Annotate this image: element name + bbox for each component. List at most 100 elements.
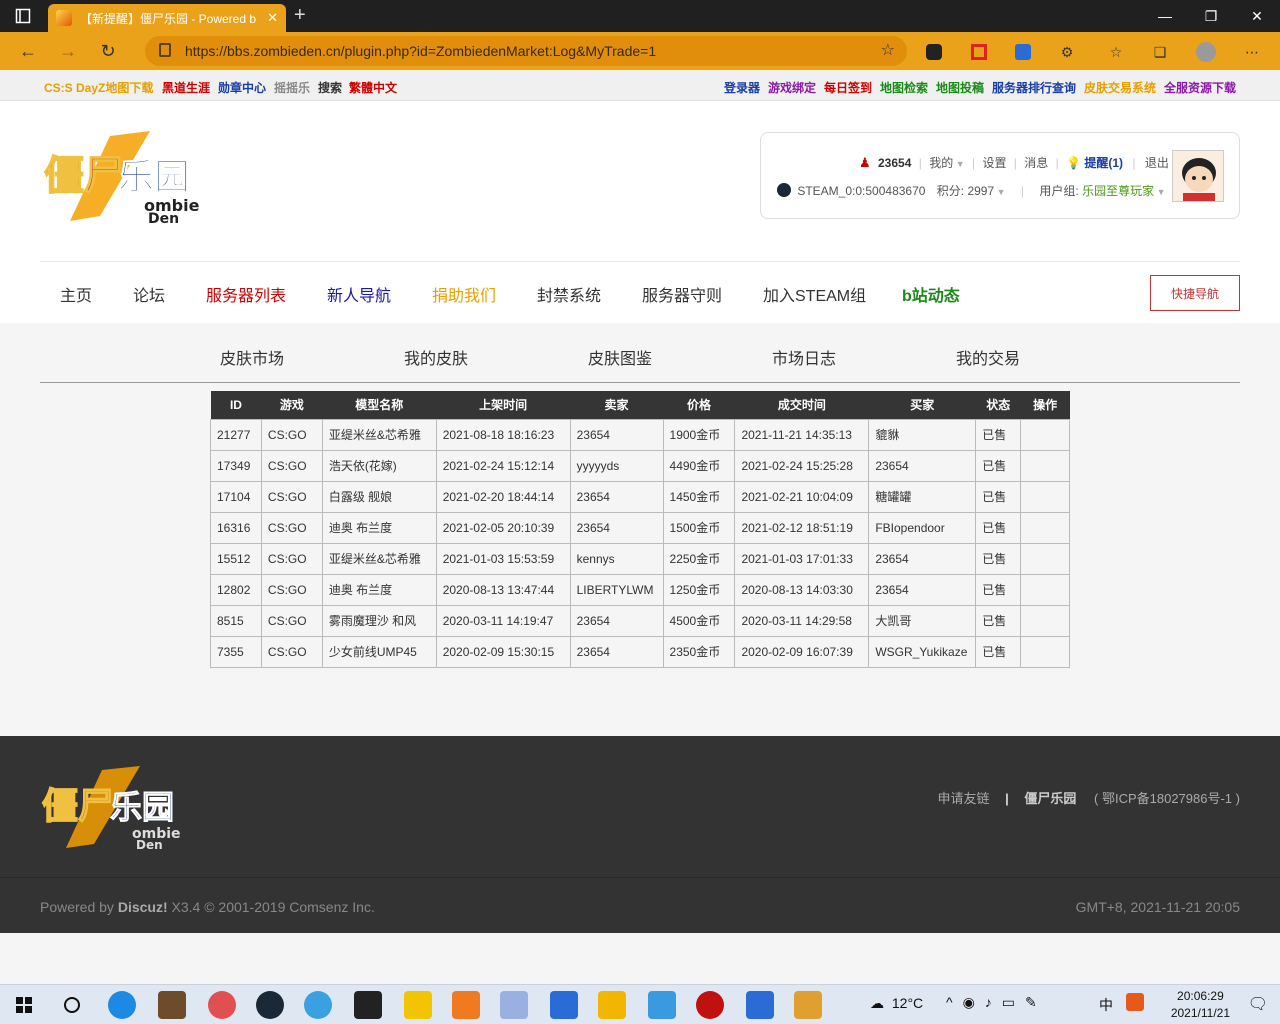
nav-ban-system[interactable]: 封禁系统 [537, 282, 601, 306]
notification-icon[interactable]: 🗨 [1248, 994, 1268, 1014]
anime-app-icon[interactable] [500, 991, 528, 1019]
extension-icon[interactable] [922, 40, 946, 64]
nav-newbie-guide[interactable]: 新人导航 [327, 282, 391, 306]
nav-home[interactable]: 主页 [60, 282, 92, 306]
system-tray[interactable]: ^◉♪▭✎ [946, 994, 1047, 1011]
favorites-icon[interactable]: ☆ [1104, 40, 1128, 64]
toplink-right-7[interactable]: 全服资源下载 [1164, 79, 1236, 96]
nav-donate[interactable]: 捐助我们 [432, 282, 496, 306]
icp-link[interactable]: ( 鄂ICP备18027986号-1 ) [1094, 791, 1240, 806]
weather-widget[interactable]: ☁ 12°C [870, 995, 923, 1012]
store-icon[interactable] [354, 991, 382, 1019]
points[interactable]: 积分: 2997 [937, 184, 994, 198]
table-cell[interactable] [1020, 418, 1070, 451]
subnav-my-trades[interactable]: 我的交易 [956, 345, 1020, 369]
puzzle-extension-icon[interactable]: ⚙ [1055, 40, 1079, 64]
toplink-left-1[interactable]: 黑道生涯 [162, 79, 210, 96]
subnav-market-log[interactable]: 市场日志 [772, 345, 836, 369]
address-bar[interactable]: https://bbs.zombieden.cn/plugin.php?id=Z… [145, 36, 907, 66]
messages-link[interactable]: 消息 [1024, 156, 1048, 170]
app-icon[interactable] [208, 991, 236, 1019]
quick-nav-button[interactable]: 快捷导航 [1150, 275, 1240, 311]
volume-icon[interactable]: ♪ [985, 994, 1002, 1010]
my-menu[interactable]: 我的 [929, 156, 953, 170]
minimize-icon[interactable]: — [1142, 0, 1188, 32]
toplink-left-2[interactable]: 勋章中心 [218, 79, 266, 96]
site-logo[interactable]: 僵尸 乐园 ombie Den [40, 131, 205, 226]
avatar[interactable] [1172, 150, 1224, 202]
table-cell[interactable] [1020, 542, 1070, 575]
toplink-left-5[interactable]: 繁體中文 [349, 79, 397, 96]
close-tab-icon[interactable]: ✕ [267, 10, 278, 26]
window-app-icon[interactable] [550, 991, 578, 1019]
collections-icon[interactable]: ❏ [1148, 40, 1172, 64]
site-name-link[interactable]: 僵尸乐园 [1024, 791, 1076, 806]
pen-icon[interactable]: ✎ [1025, 994, 1047, 1010]
toplink-right-2[interactable]: 每日签到 [824, 79, 872, 96]
table-cell[interactable] [1020, 480, 1070, 513]
app-icon[interactable] [452, 991, 480, 1019]
steam-icon[interactable] [256, 991, 284, 1019]
toplink-right-1[interactable]: 游戏绑定 [768, 79, 816, 96]
profile-icon[interactable] [1194, 40, 1218, 64]
subnav-skin-market[interactable]: 皮肤市场 [220, 345, 284, 369]
ime-indicator[interactable]: 中 [1099, 995, 1113, 1015]
footer-logo[interactable]: 僵尸 乐园 ombie Den [40, 766, 190, 851]
app-icon[interactable] [648, 991, 676, 1019]
restore-icon[interactable]: ❐ [1188, 0, 1234, 32]
nav-server-rules[interactable]: 服务器守则 [642, 282, 722, 306]
toplink-left-0[interactable]: CS:S DayZ地图下载 [44, 79, 153, 96]
tab-actions-icon[interactable] [0, 0, 46, 32]
table-cell[interactable] [1020, 511, 1070, 544]
apply-friend-link[interactable]: 申请友链 [937, 791, 989, 806]
user-group[interactable]: 乐园至尊玩家 [1082, 184, 1154, 198]
app-icon[interactable] [696, 991, 724, 1019]
toplink-left-3[interactable]: 摇摇乐 [274, 79, 310, 96]
nav-join-steam-group[interactable]: 加入STEAM组 [763, 282, 866, 306]
subnav-my-skins[interactable]: 我的皮肤 [404, 345, 468, 369]
nav-bilibili[interactable]: b站动态 [902, 282, 960, 306]
sogou-icon[interactable] [1126, 993, 1144, 1011]
table-cell[interactable] [1020, 449, 1070, 482]
browser-tab[interactable]: 【新提醒】僵尸乐园 - Powered b ✕ [48, 4, 286, 32]
nav-server-list[interactable]: 服务器列表 [206, 282, 286, 306]
subnav-skin-catalog[interactable]: 皮肤图鉴 [588, 345, 652, 369]
windows-start-icon[interactable] [10, 991, 38, 1019]
file-explorer-icon[interactable] [598, 991, 626, 1019]
network-icon[interactable]: ▭ [1002, 994, 1025, 1010]
window-app-icon[interactable] [746, 991, 774, 1019]
new-tab-icon[interactable]: + [294, 4, 306, 27]
username[interactable]: 23654 [878, 156, 911, 170]
table-cell[interactable] [1020, 573, 1070, 606]
minecraft-icon[interactable] [158, 991, 186, 1019]
favorite-star-icon[interactable]: ☆ [881, 40, 895, 60]
toplink-right-3[interactable]: 地图检索 [880, 79, 928, 96]
toplink-left-4[interactable]: 搜索 [318, 79, 342, 96]
back-arrow-icon[interactable]: ← [8, 32, 48, 70]
toplink-right-4[interactable]: 地图投稿 [936, 79, 984, 96]
more-menu-icon[interactable]: ⋯ [1240, 40, 1264, 64]
forward-arrow-icon[interactable]: → [48, 32, 88, 70]
search-extension-icon[interactable] [1011, 40, 1035, 64]
search-icon[interactable] [58, 991, 86, 1019]
steam-tray-icon[interactable]: ◉ [963, 994, 985, 1010]
system-clock[interactable]: 20:06:29 2021/11/21 [1171, 988, 1230, 1022]
csgo-icon[interactable] [794, 991, 822, 1019]
edge-browser-icon[interactable] [108, 991, 136, 1019]
refresh-icon[interactable]: ↻ [88, 32, 128, 70]
qr-extension-icon[interactable] [967, 40, 991, 64]
close-window-icon[interactable]: ✕ [1234, 0, 1280, 32]
table-cell[interactable] [1020, 604, 1070, 637]
toplink-right-6[interactable]: 皮肤交易系统 [1084, 79, 1156, 96]
chevron-up-icon[interactable]: ^ [946, 994, 963, 1010]
app-icon[interactable] [304, 991, 332, 1019]
nav-forum[interactable]: 论坛 [133, 282, 165, 306]
settings-link[interactable]: 设置 [982, 156, 1006, 170]
player-icon[interactable] [404, 991, 432, 1019]
logout-link[interactable]: 退出 [1145, 156, 1169, 170]
table-cell[interactable] [1020, 635, 1070, 668]
discuz-link[interactable]: Discuz! [118, 899, 168, 915]
reminder-link[interactable]: 提醒(1) [1084, 156, 1123, 170]
toplink-right-0[interactable]: 登录器 [724, 79, 760, 96]
toplink-right-5[interactable]: 服务器排行查询 [992, 79, 1076, 96]
